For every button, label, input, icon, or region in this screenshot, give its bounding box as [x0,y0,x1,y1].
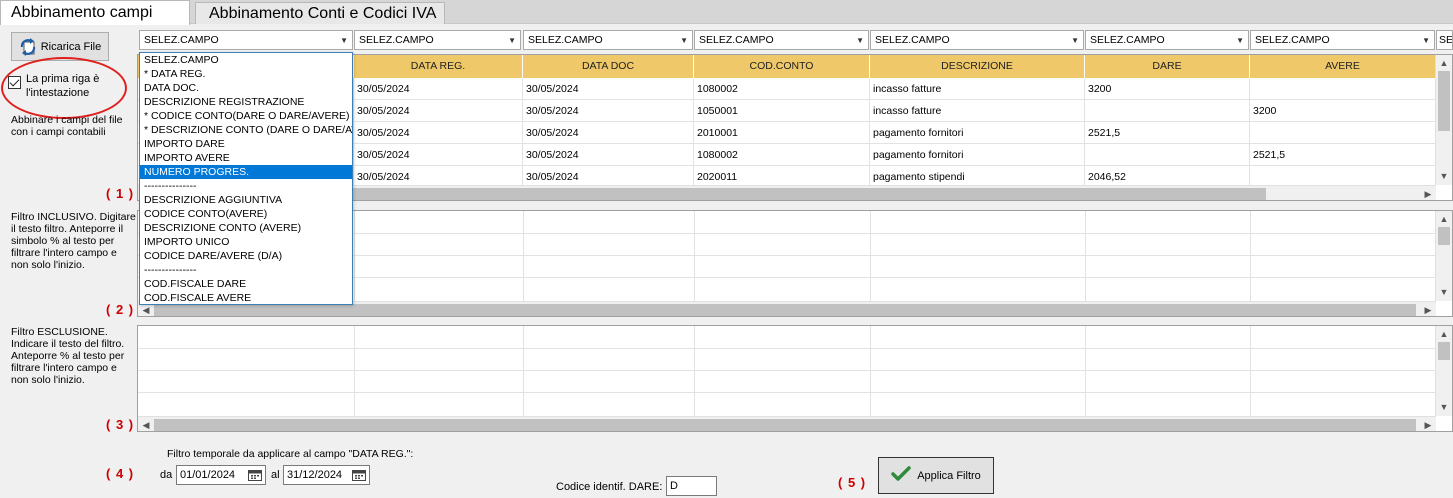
step-5-label: ( 5 ) [838,475,867,490]
list-item[interactable]: COD.FISCALE DARE [140,277,352,291]
field-select-5[interactable]: SELEZ.CAMPO ▼ [870,30,1084,50]
list-item[interactable]: DESCRIZIONE REGISTRAZIONE [140,95,352,109]
field-select-3[interactable]: SELEZ.CAMPO ▼ [523,30,693,50]
list-item[interactable]: DATA DOC. [140,81,352,95]
first-row-header-checkbox[interactable]: La prima riga è l'intestazione [6,70,118,106]
code-dare-label: Codice identif. DARE: [556,481,663,493]
column-header[interactable]: AVERE [1250,55,1436,78]
list-separator: --------------- [144,264,197,276]
date-to-field[interactable]: 31/12/2024 [283,465,370,485]
list-item[interactable]: COD.FISCALE AVERE [140,291,352,304]
reload-file-label: Ricarica File [40,40,102,53]
calendar-icon[interactable] [248,469,262,481]
list-item[interactable]: IMPORTO DARE [140,137,352,151]
list-separator: --------------- [144,180,197,192]
list-item[interactable]: * CODICE CONTO(DARE O DARE/AVERE) [140,109,352,123]
column-header[interactable]: COD.CONTO [694,55,870,78]
tab-abbinamento-conti-iva[interactable]: Abbinamento Conti e Codici IVA [195,2,446,24]
scroll-up-icon[interactable]: ▲ [1436,326,1452,342]
vertical-scrollbar[interactable]: ▲ ▼ [1435,55,1452,185]
match-fields-text: Abbinare i campi del file con i campi co… [11,114,123,138]
vertical-scrollbar[interactable]: ▲ ▼ [1435,326,1452,416]
column-header[interactable]: DESCRIZIONE [870,55,1085,78]
list-item[interactable]: SELEZ.CAMPO [140,53,352,67]
field-select-8[interactable]: SELEZ [1436,30,1453,50]
dropdown-arrow-icon: ▼ [1422,36,1430,45]
list-item[interactable]: CODICE DARE/AVERE (D/A) [140,249,352,263]
scroll-right-icon[interactable]: ▶ [1420,302,1436,316]
exclude-filter-grid[interactable]: ▲ ▼ ◀ ▶ [137,325,1453,432]
step-2-label: ( 2 ) [106,302,135,317]
dropdown-arrow-icon: ▼ [1071,36,1079,45]
reload-file-button[interactable]: Ricarica File [11,32,109,61]
scroll-right-icon[interactable]: ▶ [1420,417,1436,431]
date-filter-label: Filtro temporale da applicare al campo "… [167,448,414,460]
dropdown-arrow-icon: ▼ [856,36,864,45]
first-row-header-label: La prima riga è l'intestazione [26,73,100,99]
dropdown-arrow-icon: ▼ [680,36,688,45]
list-item[interactable]: CODICE CONTO(AVERE) [140,207,352,221]
scroll-up-icon[interactable]: ▲ [1436,55,1452,71]
dropdown-arrow-icon: ▼ [508,36,516,45]
scroll-down-icon[interactable]: ▼ [1436,399,1452,415]
field-select-dropdown-list[interactable]: SELEZ.CAMPO * DATA REG. DATA DOC. DESCRI… [139,52,353,305]
list-item[interactable]: IMPORTO UNICO [140,235,352,249]
field-select-7[interactable]: SELEZ.CAMPO ▼ [1250,30,1435,50]
list-item[interactable]: * DESCRIZIONE CONTO (DARE O DARE/AVERE) [140,123,352,137]
list-item-selected[interactable]: NUMERO PROGRES. [140,165,352,179]
field-select-4[interactable]: SELEZ.CAMPO ▼ [694,30,869,50]
apply-filter-label: Applica Filtro [917,469,981,482]
date-from-field[interactable]: 01/01/2024 [176,465,266,485]
dropdown-arrow-icon: ▼ [340,36,348,45]
step-1-label: ( 1 ) [106,186,135,201]
list-item[interactable]: DESCRIZIONE CONTO (AVERE) [140,221,352,235]
field-select-1[interactable]: SELEZ.CAMPO ▼ [139,30,353,50]
date-to-label: al [271,469,280,481]
checkbox-checked-icon[interactable] [8,76,21,89]
list-item[interactable]: IMPORTO AVERE [140,151,352,165]
step-4-label: ( 4 ) [106,466,135,481]
horizontal-scrollbar[interactable]: ◀ ▶ [138,416,1436,431]
scroll-left-icon[interactable]: ◀ [138,417,154,431]
filter-include-text: Filtro INCLUSIVO. Digitare il testo filt… [11,211,136,271]
column-header[interactable]: DATA DOC [523,55,694,78]
column-header[interactable]: DARE [1085,55,1250,78]
field-select-6[interactable]: SELEZ.CAMPO ▼ [1085,30,1249,50]
apply-filter-button[interactable]: Applica Filtro [878,457,994,494]
scroll-up-icon[interactable]: ▲ [1436,211,1452,227]
list-item[interactable]: DESCRIZIONE AGGIUNTIVA [140,193,352,207]
step-3-label: ( 3 ) [106,417,135,432]
scroll-down-icon[interactable]: ▼ [1436,284,1452,300]
filter-exclude-text: Filtro ESCLUSIONE. Indicare il testo del… [11,326,125,386]
code-dare-input[interactable]: D [666,476,717,496]
scroll-down-icon[interactable]: ▼ [1436,168,1452,184]
dropdown-arrow-icon: ▼ [1236,36,1244,45]
scroll-right-icon[interactable]: ▶ [1420,186,1436,200]
list-item[interactable]: * DATA REG. [140,67,352,81]
vertical-scrollbar[interactable]: ▲ ▼ [1435,211,1452,301]
column-header[interactable]: DATA REG. [354,55,523,78]
calendar-icon[interactable] [352,469,366,481]
reload-icon [19,37,37,56]
check-icon [891,466,911,485]
field-select-2[interactable]: SELEZ.CAMPO ▼ [354,30,521,50]
tab-abbinamento-campi[interactable]: Abbinamento campi [0,0,190,25]
date-from-label: da [160,469,173,481]
